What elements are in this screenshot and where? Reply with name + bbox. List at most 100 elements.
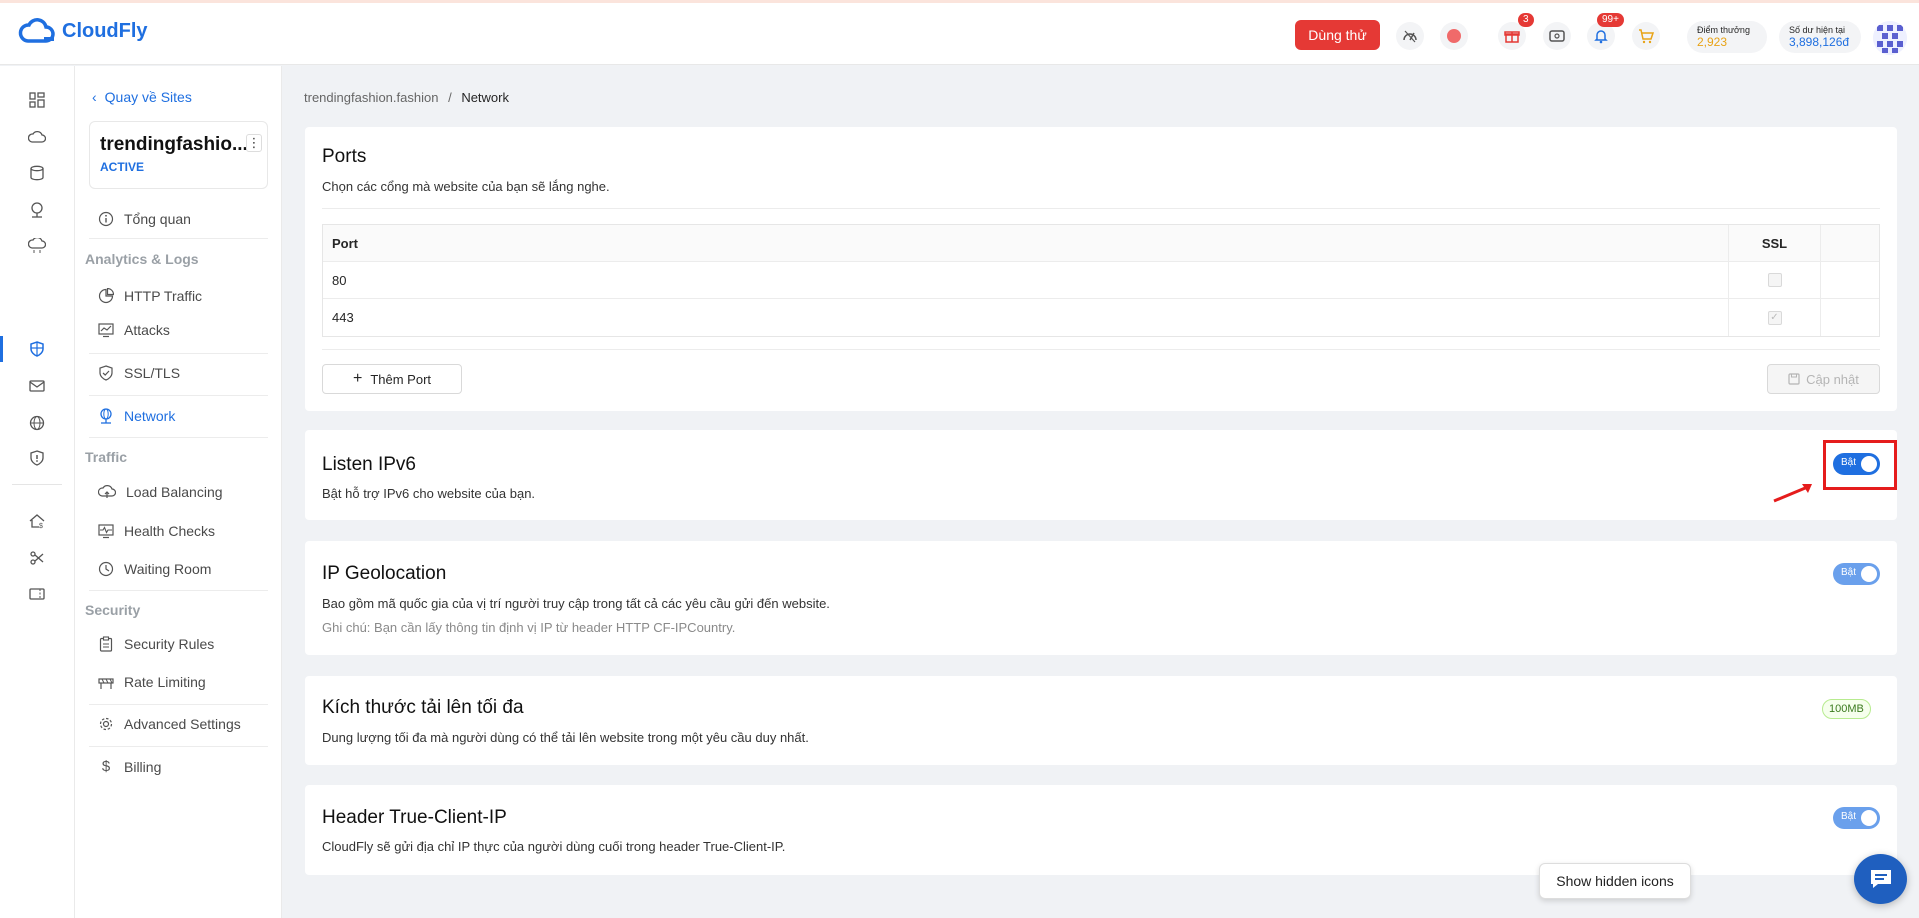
card-divider [322, 208, 1880, 209]
rail-active-indicator [0, 336, 3, 362]
sidebar-item-rate-limiting[interactable]: Rate Limiting [98, 674, 206, 690]
avatar[interactable] [1873, 21, 1907, 55]
sidebar-item-label: Waiting Room [124, 561, 212, 577]
sidebar-item-attacks[interactable]: Attacks [98, 322, 170, 338]
add-port-label: Thêm Port [370, 371, 432, 387]
sidebar-item-http-traffic[interactable]: HTTP Traffic [98, 288, 202, 304]
voucher-icon[interactable] [26, 583, 48, 605]
bell-badge: 99+ [1597, 13, 1624, 27]
section-security: Security [85, 602, 141, 618]
cloud-server-icon[interactable] [26, 126, 48, 148]
true-client-ip-toggle[interactable]: Bật [1833, 807, 1880, 829]
sidebar-item-label: HTTP Traffic [124, 288, 203, 304]
cloud-upload-icon [98, 485, 116, 498]
ssl-checkbox[interactable] [1767, 273, 1782, 287]
ticket-icon[interactable] [1543, 22, 1571, 50]
reward-points-pill[interactable]: Điểm thưởng 2,923 [1687, 21, 1767, 53]
sidebar-item-billing[interactable]: $ Billing [98, 758, 162, 775]
breadcrumb: trendingfashion.fashion / Network [304, 90, 509, 105]
monitor-pulse-icon [98, 524, 114, 539]
sidebar-divider [89, 353, 268, 354]
logo[interactable]: CloudFly [18, 17, 148, 45]
section-traffic: Traffic [85, 449, 128, 465]
pie-chart-icon [98, 288, 114, 304]
ports-title: Ports [322, 146, 367, 167]
sidebar-item-waiting-room[interactable]: Waiting Room [98, 561, 211, 577]
toggle-knob [1861, 566, 1877, 582]
shield-globe-icon[interactable] [26, 338, 48, 360]
sidebar-item-security-rules[interactable]: Security Rules [98, 636, 214, 652]
more-options-icon[interactable]: ⋮ [246, 134, 262, 152]
reward-points-label: Điểm thưởng [1697, 25, 1750, 35]
ssl-cell: ✓ [1729, 299, 1821, 336]
chat-support-button[interactable] [1854, 854, 1907, 904]
mail-icon[interactable] [26, 375, 48, 397]
highlight-annotation-box [1823, 440, 1897, 490]
sidebar-item-health-checks[interactable]: Health Checks [98, 523, 215, 539]
sidebar-item-label: Rate Limiting [124, 674, 206, 690]
toggle-label: Bật [1841, 811, 1857, 822]
logo-text: CloudFly [62, 19, 148, 42]
sidebar-item-advanced-settings[interactable]: Advanced Settings [98, 716, 241, 732]
sidebar-item-label: Network [124, 408, 176, 424]
security-shield-icon[interactable] [26, 447, 48, 469]
scissors-icon[interactable] [26, 547, 48, 569]
sidebar-item-label: Billing [124, 758, 162, 775]
true-client-ip-title: Header True-Client-IP [322, 807, 507, 828]
add-port-button[interactable]: + Thêm Port [322, 364, 462, 394]
table-header-row: Port SSL [323, 225, 1879, 262]
trial-button[interactable]: Dùng thử [1295, 20, 1380, 50]
sidebar-divider [89, 590, 268, 591]
record-icon[interactable] [1440, 22, 1468, 50]
sidebar-item-network[interactable]: Network [98, 408, 175, 424]
sidebar-item-overview[interactable]: Tổng quan [98, 211, 191, 227]
home-dollar-icon[interactable]: $ [26, 510, 48, 532]
ssl-cell [1729, 262, 1821, 298]
site-status-badge: ACTIVE [100, 160, 145, 174]
cloud-storage-icon[interactable] [26, 235, 48, 257]
sidebar-divider [89, 746, 268, 747]
section-analytics-logs: Analytics & Logs [85, 251, 199, 267]
database-icon[interactable] [26, 162, 48, 184]
actions-cell [1821, 262, 1879, 298]
speed-icon[interactable] [1396, 22, 1424, 50]
ssl-checkbox-checked[interactable]: ✓ [1767, 310, 1782, 325]
balance-value: 3,898,126đ [1789, 35, 1850, 49]
sidebar-item-ssl-tls[interactable]: SSL/TLS [98, 365, 180, 381]
upload-size-tag[interactable]: 100MB [1822, 699, 1871, 719]
site-name: trendingfashio... [100, 134, 248, 155]
upload-size-description: Dung lượng tối đa mà người dùng có thể t… [322, 730, 809, 745]
www-icon[interactable] [26, 412, 48, 434]
svg-text:$: $ [39, 523, 43, 529]
network-globe-icon[interactable] [26, 199, 48, 221]
table-row: 80 [323, 262, 1879, 299]
balance-pill[interactable]: Số dư hiện tại 3,898,126đ [1779, 21, 1861, 53]
ip-geolocation-card: IP Geolocation Bao gồm mã quốc gia của v… [305, 541, 1897, 655]
column-header-port: Port [323, 225, 1729, 261]
monitor-chart-icon [98, 323, 114, 338]
sidebar-item-label: Tổng quan [124, 211, 191, 227]
geolocation-note: Ghi chú: Bạn cần lấy thông tin định vị I… [322, 620, 736, 635]
info-circle-icon [98, 211, 114, 227]
update-button[interactable]: Cập nhật [1767, 364, 1880, 394]
sidebar-divider [89, 238, 268, 239]
top-header: CloudFly Dùng thử 3 99+ Điểm thưởng 2,92… [0, 3, 1919, 65]
cart-icon[interactable] [1632, 22, 1660, 50]
update-label: Cập nhật [1806, 371, 1859, 387]
max-upload-size-card: Kích thước tải lên tối đa Dung lượng tối… [305, 676, 1897, 765]
clock-icon [98, 561, 114, 577]
geolocation-description: Bao gồm mã quốc gia của vị trí người tru… [322, 596, 830, 611]
balance-label: Số dư hiện tại [1789, 25, 1846, 35]
back-to-sites-link[interactable]: ‹ Quay về Sites [92, 89, 192, 105]
geolocation-toggle[interactable]: Bật [1833, 563, 1880, 585]
chat-icon [1870, 870, 1891, 888]
gift-badge: 3 [1518, 13, 1534, 27]
dashboard-icon[interactable] [26, 89, 48, 111]
sidebar-divider [89, 437, 268, 438]
ipv6-description: Bật hỗ trợ IPv6 cho website của bạn. [322, 486, 536, 501]
breadcrumb-site-link[interactable]: trendingfashion.fashion [304, 90, 438, 105]
sidebar-item-load-balancing[interactable]: Load Balancing [98, 484, 223, 500]
sidebar-item-label: Health Checks [124, 523, 216, 539]
icon-rail: $ [0, 66, 75, 918]
true-client-ip-description: CloudFly sẽ gửi địa chỉ IP thực của ngườ… [322, 839, 786, 854]
